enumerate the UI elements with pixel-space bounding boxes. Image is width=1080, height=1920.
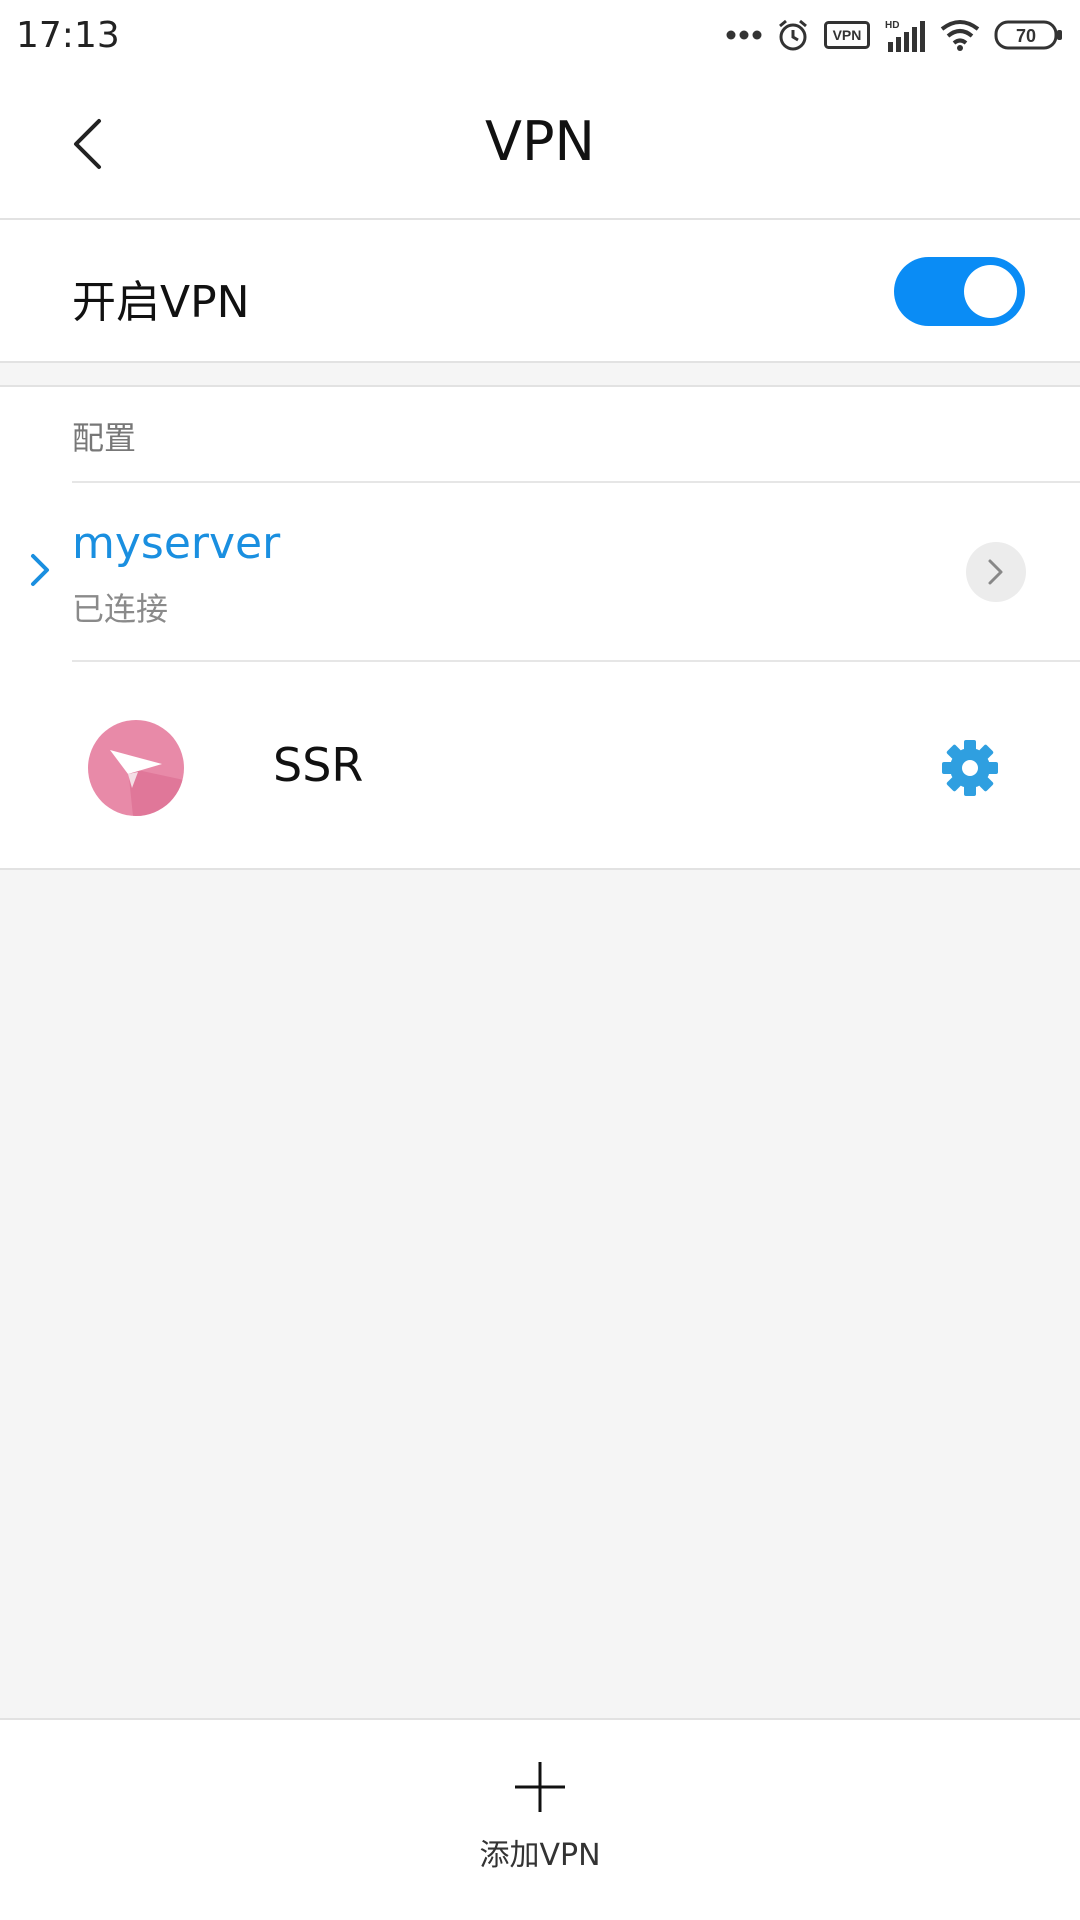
hd-label: HD bbox=[885, 20, 899, 31]
status-bar: 17:13 VPN HD 70 bbox=[0, 0, 1080, 70]
battery-icon: 70 bbox=[994, 19, 1064, 51]
selected-chevron-icon bbox=[31, 554, 49, 586]
vpn-settings-screen: 17:13 VPN HD 70 VPN 开启VPN 配置 myserver 已连… bbox=[0, 0, 1080, 1920]
vpn-profile-status: 已连接 bbox=[72, 590, 169, 628]
wifi-icon bbox=[940, 19, 980, 51]
title-bar: VPN bbox=[0, 70, 1080, 220]
paper-plane-icon bbox=[88, 720, 184, 816]
bottom-action-bar: 添加VPN bbox=[0, 1718, 1080, 1920]
battery-level: 70 bbox=[1016, 26, 1036, 46]
profile-detail-button[interactable] bbox=[966, 542, 1026, 602]
vpn-profile-name: myserver bbox=[72, 518, 281, 569]
ssr-app-row[interactable]: SSR bbox=[0, 662, 1080, 872]
page-title: VPN bbox=[485, 110, 595, 173]
config-section: 配置 myserver 已连接 SSR bbox=[0, 385, 1080, 870]
vpn-toggle-switch[interactable] bbox=[894, 257, 1025, 326]
toggle-knob bbox=[964, 265, 1017, 318]
add-vpn-label: 添加VPN bbox=[479, 1838, 601, 1873]
chevron-right-icon bbox=[988, 559, 1003, 585]
signal-icon: HD bbox=[884, 18, 926, 52]
plus-icon bbox=[515, 1762, 565, 1812]
status-time: 17:13 bbox=[16, 14, 120, 56]
more-dots-icon bbox=[726, 29, 762, 41]
status-icons: VPN HD 70 bbox=[726, 18, 1064, 52]
vpn-badge-icon: VPN bbox=[824, 21, 870, 49]
vpn-toggle-row[interactable]: 开启VPN bbox=[0, 220, 1080, 363]
section-header-config: 配置 bbox=[72, 419, 137, 457]
vpn-badge-text: VPN bbox=[833, 27, 862, 43]
divider bbox=[72, 481, 1080, 483]
ssr-app-label: SSR bbox=[273, 738, 364, 792]
vpn-toggle-label: 开启VPN bbox=[72, 277, 250, 328]
gear-icon[interactable] bbox=[940, 738, 1000, 798]
alarm-icon bbox=[776, 18, 810, 52]
add-vpn-button[interactable]: 添加VPN bbox=[440, 1760, 640, 1890]
vpn-profile-row[interactable]: myserver 已连接 bbox=[0, 484, 1080, 660]
